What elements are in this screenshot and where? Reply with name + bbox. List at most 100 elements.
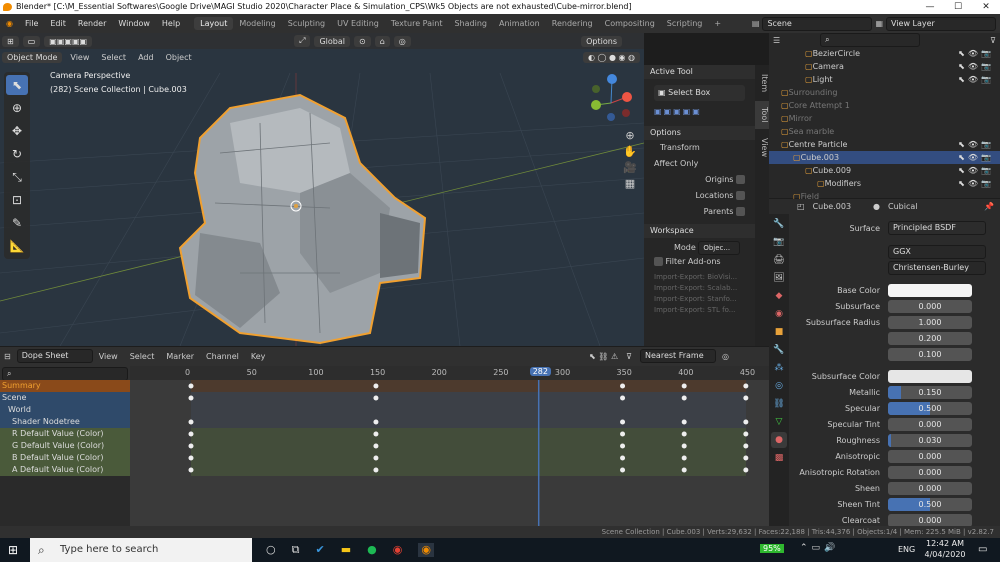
zoom-icon[interactable]: ⊕	[622, 128, 638, 144]
options-dropdown[interactable]: Options	[581, 35, 622, 47]
menu-window[interactable]: Window	[112, 19, 156, 28]
particles-properties-icon[interactable]: ⁂	[771, 360, 787, 376]
keyframe[interactable]	[188, 383, 194, 389]
transform-tool-icon[interactable]: ⊡	[6, 190, 28, 210]
channel-row[interactable]: World	[0, 404, 130, 416]
navigation-gizmo[interactable]	[591, 74, 632, 121]
active-tool-header[interactable]: Active Tool	[644, 65, 755, 79]
menu-file[interactable]: File	[19, 19, 44, 28]
property-value-field[interactable]: 0.000	[888, 417, 972, 431]
clock-time[interactable]: 12:42 AM	[925, 539, 965, 548]
viewport-menu-select[interactable]: Select	[95, 53, 132, 62]
outliner-search-input[interactable]: ⌕	[820, 33, 921, 47]
outliner-item[interactable]: ▢ Surrounding	[769, 86, 1000, 99]
dopesheet-menu-view[interactable]: View	[93, 352, 124, 361]
workspace-header[interactable]: Workspace	[644, 224, 755, 238]
filter-addons-row[interactable]: Filter Add-ons	[644, 254, 755, 270]
grid-view-icon[interactable]: ▦	[622, 176, 638, 192]
keyframe[interactable]	[188, 431, 194, 437]
outliner-item[interactable]: ▢ Modifiers ⬉👁📷	[769, 177, 1000, 190]
keyframe[interactable]	[743, 455, 749, 461]
keyframe[interactable]	[681, 455, 687, 461]
keyframe[interactable]	[681, 443, 687, 449]
select-tool-icon[interactable]: ⬉	[6, 75, 28, 95]
tab-rendering[interactable]: Rendering	[546, 17, 599, 30]
menu-render[interactable]: Render	[72, 19, 112, 28]
addon-item[interactable]: Import-Export: BioVisi...	[654, 272, 745, 283]
editor-type-3d-icon[interactable]: ⊞	[2, 35, 19, 47]
channel-row[interactable]: R Default Value (Color)	[0, 428, 130, 440]
timeline-ruler[interactable]: 0 50 100 150 200 250 300 350 400 450 282	[130, 366, 769, 380]
keyframe[interactable]	[373, 419, 379, 425]
channel-row[interactable]: A Default Value (Color)	[0, 464, 130, 476]
tab-scripting[interactable]: Scripting	[661, 17, 709, 30]
keyframe[interactable]	[188, 395, 194, 401]
origins-checkbox-row[interactable]: Origins	[644, 172, 755, 188]
keyframe[interactable]	[743, 443, 749, 449]
taskbar-search-box[interactable]: ⌕ Type here to search	[30, 538, 252, 562]
transform-subpanel[interactable]: Transform	[644, 140, 755, 156]
snap-mode-dropdown[interactable]: Nearest Frame	[640, 349, 717, 363]
outliner-item[interactable]: ▢ Cube.009 ⬉👁📷	[769, 164, 1000, 177]
select-box-mode-icon[interactable]: ▭	[22, 35, 41, 47]
keyframe[interactable]	[620, 455, 626, 461]
keyframe[interactable]	[620, 383, 626, 389]
property-value-field[interactable]: 0.000	[888, 299, 972, 313]
outliner-item[interactable]: ▢ Core Attempt 1	[769, 99, 1000, 112]
texture-properties-icon[interactable]: ▩	[771, 450, 787, 466]
blender-taskbar-icon[interactable]: ◉	[418, 543, 434, 557]
keyframe[interactable]	[373, 431, 379, 437]
keyframe[interactable]	[188, 467, 194, 473]
scale-tool-icon[interactable]: ⤡	[6, 167, 28, 187]
visibility-toggles-icon[interactable]: ⬉👁📷	[958, 49, 994, 58]
property-value-field[interactable]: 0.000	[888, 513, 972, 527]
visibility-toggles-icon[interactable]: ⬉👁📷	[958, 166, 994, 175]
channel-row[interactable]: Scene	[0, 392, 130, 404]
tab-modeling[interactable]: Modeling	[233, 17, 281, 30]
shading-mode-icons[interactable]: ◐ ◯ ● ◉ ◍	[582, 51, 640, 63]
tab-layout[interactable]: Layout	[194, 17, 234, 30]
property-value-field[interactable]: 0.500	[888, 401, 972, 415]
todo-app-icon[interactable]: ✔	[315, 543, 324, 557]
pin-icon[interactable]: 📌	[984, 202, 994, 211]
keyframe[interactable]	[373, 383, 379, 389]
tool-properties-icon[interactable]: 🔧	[771, 216, 787, 232]
material-properties-icon[interactable]: ●	[771, 432, 787, 448]
output-properties-icon[interactable]: 🖨	[771, 252, 787, 268]
keyframe[interactable]	[620, 467, 626, 473]
constraints-properties-icon[interactable]: ⛓	[771, 396, 787, 412]
keyframe[interactable]	[188, 419, 194, 425]
addon-item[interactable]: Import-Export: STL fo...	[654, 305, 745, 316]
select-box-button[interactable]: ▣ Select Box	[654, 85, 745, 101]
keyframe[interactable]	[743, 467, 749, 473]
viewport-menu-view[interactable]: View	[64, 53, 95, 62]
keyframe[interactable]	[681, 383, 687, 389]
filter-addons-checkbox[interactable]	[654, 257, 663, 266]
tab-animation[interactable]: Animation	[493, 17, 546, 30]
object-mode-dropdown[interactable]: Object Mode	[2, 51, 63, 63]
dopesheet-menu-channel[interactable]: Channel	[200, 352, 245, 361]
outliner-item[interactable]: ▢ Centre Particle ⬉👁📷	[769, 138, 1000, 151]
outliner-editor-icon[interactable]: ☰	[773, 36, 780, 45]
property-value-field[interactable]: 0.150	[888, 385, 972, 399]
parents-checkbox[interactable]	[736, 207, 745, 216]
channel-row[interactable]: Shader Nodetree	[0, 416, 130, 428]
world-properties-icon[interactable]: ◉	[771, 306, 787, 322]
keyframe[interactable]	[373, 395, 379, 401]
dopesheet-mode-dropdown[interactable]: Dope Sheet	[16, 349, 93, 363]
tab-item[interactable]: Item	[755, 69, 769, 97]
mode-dropdown[interactable]: Objec...	[698, 241, 741, 255]
outliner-item[interactable]: ▢ BezierCircle ⬉👁📷	[769, 47, 1000, 60]
measure-tool-icon[interactable]: 📐	[6, 236, 28, 256]
task-view-icon[interactable]: ⧉	[292, 543, 300, 557]
dopesheet-menu-key[interactable]: Key	[245, 352, 272, 361]
modifier-properties-icon[interactable]: 🔧	[771, 342, 787, 358]
3d-viewport[interactable]: Camera Perspective (282) Scene Collectio…	[0, 33, 644, 346]
selection-mode-icons[interactable]: ▣▣▣▣▣	[44, 35, 93, 47]
menu-edit[interactable]: Edit	[44, 19, 72, 28]
keyframe[interactable]	[373, 443, 379, 449]
visibility-toggles-icon[interactable]: ⬉👁📷	[958, 140, 994, 149]
notification-icon[interactable]: ▭	[978, 544, 987, 555]
tab-texture-paint[interactable]: Texture Paint	[385, 17, 449, 30]
pivot-icon[interactable]: ⊙	[354, 35, 371, 47]
